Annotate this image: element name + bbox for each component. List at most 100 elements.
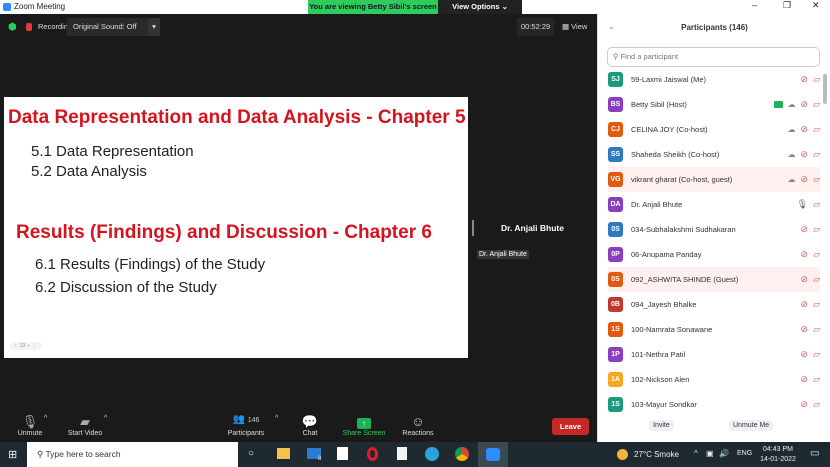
volume-icon[interactable]: 🔊	[719, 449, 729, 458]
slide-nav[interactable]: ‹ 13 › ⋮	[10, 342, 43, 350]
reactions-button[interactable]: ☺ Reactions	[388, 414, 448, 437]
maximize-icon[interactable]: ❐	[783, 0, 791, 11]
clock[interactable]: 04:43 PM 14-01-2022	[756, 445, 800, 465]
mic-muted-icon[interactable]: ⊘	[801, 249, 809, 260]
participant-row[interactable]: 0P 06-Anupama Panday ⊘ ▱	[608, 242, 820, 267]
participant-row[interactable]: VG vikrant gharat (Co-host, guest) ☁ ⊘ ▱	[608, 167, 820, 192]
shield-icon[interactable]: ⬢	[8, 22, 17, 33]
original-sound-button[interactable]: Original Sound: Off	[67, 18, 148, 36]
video-off-icon[interactable]: ▱	[813, 149, 820, 160]
participant-row[interactable]: 1A 102-Nickson Alen ⊘ ▱	[608, 367, 820, 392]
meeting-area: ⬢ Recording Original Sound: Off ▾ 00:52:…	[0, 14, 597, 442]
mic-muted-icon[interactable]: ⊘	[801, 399, 809, 410]
video-off-icon[interactable]: ▱	[813, 324, 820, 335]
chat-label: Chat	[302, 430, 318, 437]
view-button[interactable]: ▦ View	[562, 18, 587, 36]
zoom-taskbar-button[interactable]	[478, 442, 508, 467]
splitter-handle[interactable]	[472, 220, 474, 236]
search-input[interactable]: ⚲ Find a participant	[607, 47, 820, 67]
notifications-icon[interactable]: ▭	[810, 448, 819, 459]
mic-muted-icon[interactable]: ⊘	[801, 124, 809, 135]
opera-icon[interactable]	[367, 447, 378, 461]
mic-muted-icon[interactable]: ⊘	[801, 74, 809, 85]
task-view-icon[interactable]: ○	[248, 448, 254, 459]
chevron-up-icon[interactable]: ^	[44, 415, 47, 422]
minimize-icon[interactable]: –	[752, 0, 757, 10]
participants-button[interactable]: 👥 146 Participants	[216, 414, 276, 437]
chevron-up-icon[interactable]: ^	[275, 415, 278, 422]
taskbar-search[interactable]: ⚲ Type here to search	[27, 442, 238, 467]
chat-button[interactable]: 💬 Chat	[280, 414, 340, 437]
video-off-icon[interactable]: ▱	[813, 174, 820, 185]
video-off-icon[interactable]: ▱	[813, 224, 820, 235]
avatar: 0S	[608, 222, 623, 237]
mic-muted-icon[interactable]: ⊘	[801, 149, 809, 160]
participant-row[interactable]: CJ CELINA JOY (Co-host) ☁ ⊘ ▱	[608, 117, 820, 142]
reactions-label: Reactions	[402, 430, 434, 437]
video-off-icon[interactable]: ▱	[813, 274, 820, 285]
mic-muted-icon[interactable]: ⊘	[801, 224, 809, 235]
participant-row[interactable]: 0S 092_ASHWITA SHINDE (Guest) ⊘ ▱	[608, 267, 820, 292]
share-screen-button[interactable]: ↑ Share Screen	[334, 414, 394, 437]
view-options-button[interactable]: View Options ⌄	[438, 0, 522, 14]
video-off-icon[interactable]: ▱	[813, 99, 820, 110]
participant-row[interactable]: 1P 101-Nethra Patil ⊘ ▱	[608, 342, 820, 367]
windows-start-icon[interactable]: ⊞	[8, 448, 17, 461]
avatar: 1S	[608, 322, 623, 337]
unmute-me-button[interactable]: Unmute Me	[729, 420, 774, 431]
avatar: 0B	[608, 297, 623, 312]
invite-button[interactable]: Invite	[649, 420, 674, 431]
participant-row[interactable]: BS Betty Sibil (Host) ☁ ⊘ ▱	[608, 92, 820, 117]
mic-muted-icon[interactable]: ⊘	[801, 99, 809, 110]
participant-row[interactable]: SJ 59-Laxmi Jaiswal (Me) ⊘ ▱	[608, 67, 820, 92]
participant-name: 103-Mayur Sondkar	[631, 400, 697, 409]
participant-name: 100-Namrata Sonawane	[631, 325, 713, 334]
mic-muted-icon[interactable]: ⊘	[801, 274, 809, 285]
document-icon[interactable]	[397, 447, 407, 460]
tray-chevron-icon[interactable]: ^	[694, 449, 698, 458]
participant-row[interactable]: 1S 103-Mayur Sondkar ⊘ ▱	[608, 392, 820, 417]
participant-row[interactable]: DA Dr. Anjali Bhute 🎙 ▱	[608, 192, 820, 217]
slide-page-number: 13	[19, 343, 26, 349]
video-off-icon[interactable]: ▱	[813, 74, 820, 85]
chevron-down-icon[interactable]: ▾	[148, 18, 160, 36]
leave-button[interactable]: Leave	[552, 418, 589, 435]
mic-muted-icon[interactable]: ⊘	[801, 174, 809, 185]
participant-row[interactable]: SS Shaheda Sheikh (Co-host) ☁ ⊘ ▱	[608, 142, 820, 167]
mic-muted-icon[interactable]: ⊘	[801, 374, 809, 385]
participants-label: Participants	[227, 430, 265, 437]
video-off-icon[interactable]: ▱	[813, 349, 820, 360]
participant-name: Dr. Anjali Bhute	[631, 200, 683, 209]
mic-icon[interactable]: 🎙	[797, 199, 808, 210]
participant-row[interactable]: 0B 094_Jayesh Bhalke ⊘ ▱	[608, 292, 820, 317]
mic-muted-icon[interactable]: ⊘	[801, 324, 809, 335]
participant-name: 094_Jayesh Bhalke	[631, 300, 697, 309]
language-indicator[interactable]: ENG	[737, 450, 752, 457]
close-icon[interactable]: ✕	[812, 0, 820, 11]
video-off-icon[interactable]: ▱	[813, 249, 820, 260]
scrollbar[interactable]	[823, 74, 827, 104]
video-off-icon[interactable]: ▱	[813, 374, 820, 385]
video-off-icon[interactable]: ▱	[813, 399, 820, 410]
file-explorer-icon[interactable]	[277, 448, 290, 459]
meet-now-icon[interactable]: ▣	[706, 449, 714, 458]
video-off-icon[interactable]: ▱	[813, 199, 820, 210]
speaker-name: Dr. Anjali Bhute	[501, 223, 564, 233]
edge-icon[interactable]	[425, 447, 439, 461]
chrome-icon[interactable]	[455, 447, 469, 461]
chevron-up-icon[interactable]: ^	[104, 415, 107, 422]
speaker-tag: Dr. Anjali Bhute	[477, 250, 529, 259]
grid-icon: ▦	[562, 22, 572, 31]
participant-name: 034-Subhalakshmi Sudhakaran	[631, 225, 736, 234]
mic-muted-icon[interactable]: ⊘	[801, 349, 809, 360]
store-icon[interactable]	[337, 447, 348, 460]
mic-muted-icon[interactable]: ⊘	[801, 299, 809, 310]
participant-row[interactable]: 1S 100-Namrata Sonawane ⊘ ▱	[608, 317, 820, 342]
weather-text[interactable]: 27°C Smoke	[634, 450, 679, 459]
video-off-icon[interactable]: ▱	[813, 299, 820, 310]
unmute-label: Unmute	[17, 430, 43, 437]
participant-row[interactable]: 0S 034-Subhalakshmi Sudhakaran ⊘ ▱	[608, 217, 820, 242]
unmute-button[interactable]: 🎙 Unmute	[0, 414, 60, 437]
recording-icon	[26, 23, 32, 31]
video-off-icon[interactable]: ▱	[813, 124, 820, 135]
